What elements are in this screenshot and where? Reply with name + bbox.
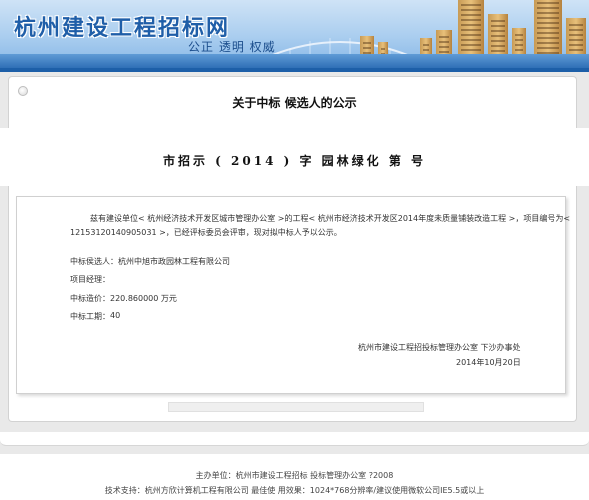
footer-organizer: 主办单位：杭州市建设工程招标 投标管理办公室 ?2008 bbox=[195, 471, 394, 480]
skyline-building bbox=[566, 18, 586, 58]
field-value-duration: 40 bbox=[110, 311, 121, 320]
skyline-building bbox=[534, 0, 562, 58]
page-bottom-edge bbox=[0, 432, 589, 446]
site-header: 杭州建设工程招标网 公正 透明 权威 bbox=[0, 0, 589, 68]
body-paragraph-line2: 12153120140905031 >，已经评标委员会评审，现对拟中标人予以公示… bbox=[70, 228, 342, 237]
footer-tech-support: 技术支持：杭州方欣计算机工程有限公司 最佳使 用效果：1024*768分辨率/建… bbox=[104, 486, 485, 495]
field-value-candidate: 杭州中旭市政园林工程有限公司 bbox=[118, 257, 230, 266]
issue-date: 2014年10月20日 bbox=[456, 358, 521, 367]
site-slogan: 公正 透明 权威 bbox=[188, 40, 276, 54]
announcement-title: 关于中标 候选人的公示 bbox=[232, 96, 357, 110]
field-label-manager: 项目经理： bbox=[70, 275, 110, 284]
document-number: 市招示 ( 2014 ) 字 园林绿化 第 号 bbox=[163, 154, 426, 168]
content-footer-strip bbox=[168, 402, 424, 412]
sea-strip bbox=[0, 54, 589, 68]
field-label-price: 中标造价： bbox=[70, 294, 110, 303]
field-value-price: 220.860000 万元 bbox=[110, 294, 177, 303]
field-label-duration: 中标工期： bbox=[70, 312, 110, 321]
issuer: 杭州市建设工程招投标管理办公室 下沙办事处 bbox=[358, 343, 521, 352]
header-divider bbox=[0, 68, 589, 72]
body-paragraph-line1: 兹有建设单位< 杭州经济技术开发区城市管理办公室 >的工程< 杭州市经济技术开发… bbox=[90, 214, 571, 223]
skyline-building bbox=[458, 0, 484, 58]
field-label-candidate: 中标侯选人： bbox=[70, 257, 118, 266]
skyline-building bbox=[488, 14, 508, 58]
